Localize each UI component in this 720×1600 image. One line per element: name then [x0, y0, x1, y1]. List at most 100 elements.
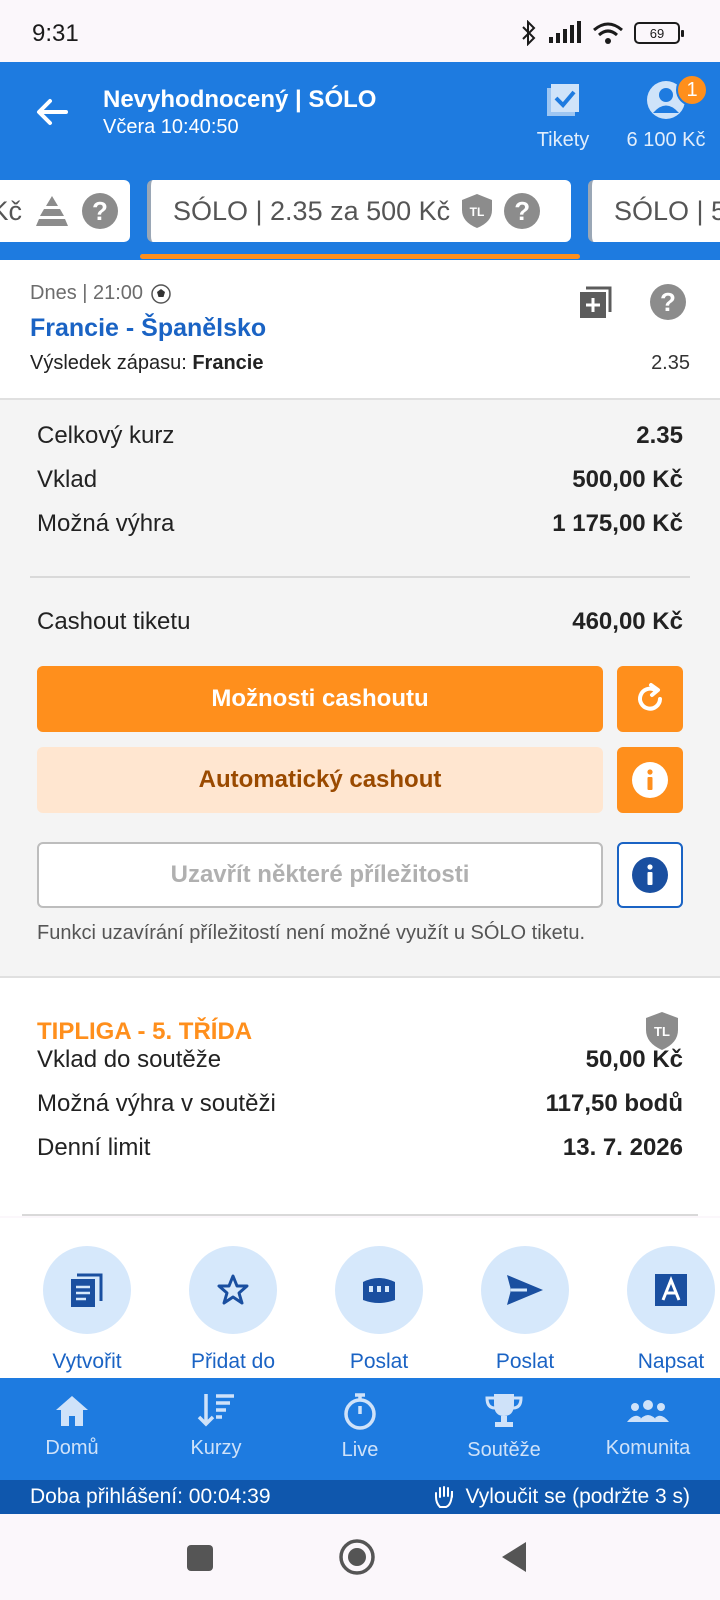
- ticket-timestamp: Včera 10:40:50: [103, 116, 239, 138]
- auto-cashout-button[interactable]: Automatický cashout: [37, 747, 603, 813]
- back-arrow-icon[interactable]: [30, 90, 74, 134]
- info-icon: [632, 762, 668, 798]
- login-duration: Doba přihlášení: 00:04:39: [30, 1485, 271, 1508]
- action-create[interactable]: Vytvořit: [22, 1246, 152, 1374]
- nav-label: Kurzy: [190, 1437, 242, 1459]
- solo-ticket-note: Funkci uzavírání příležitostí není možné…: [37, 922, 586, 944]
- possible-win-label: Možná výhra: [37, 510, 175, 537]
- match-name-link[interactable]: Francie - Španělsko: [30, 314, 266, 343]
- nav-home[interactable]: Domů: [0, 1392, 144, 1460]
- ticket-status-title: Nevyhodnocený | SÓLO: [103, 86, 377, 113]
- stopwatch-icon: [344, 1393, 376, 1430]
- app-header: Nevyhodnocený | SÓLO Včera 10:40:50 Tike…: [0, 62, 720, 172]
- action-label: Vytvořit: [52, 1350, 122, 1373]
- system-navigation-bar: [0, 1514, 720, 1600]
- nav-label: Soutěže: [467, 1439, 541, 1461]
- text-icon: [655, 1274, 687, 1306]
- ticket-tab-label: SÓLO | 2.35 za 500 Kč: [173, 195, 451, 226]
- action-send-stadium[interactable]: Poslat: [314, 1246, 444, 1374]
- action-label: Poslat: [349, 1350, 409, 1373]
- action-circle: [189, 1246, 277, 1334]
- action-label: Přidat do: [190, 1350, 276, 1373]
- action-write[interactable]: Napsat: [606, 1246, 720, 1374]
- add-bet-icon[interactable]: [578, 284, 614, 320]
- selection-odd: 2.35: [651, 352, 690, 374]
- action-send[interactable]: Poslat: [460, 1246, 590, 1374]
- daily-limit-value: 13. 7. 2026: [562, 1134, 683, 1161]
- nav-odds[interactable]: Kurzy: [144, 1392, 288, 1460]
- selection-value: Francie: [192, 352, 264, 374]
- close-selections-info-button[interactable]: [617, 842, 683, 908]
- account-balance: 6 100 Kč: [626, 129, 706, 151]
- stadium-icon: [363, 1278, 395, 1303]
- stake-row: Vklad 500,00 Kč: [37, 466, 683, 494]
- active-tab-indicator: [140, 254, 580, 259]
- tickets-icon: [547, 84, 579, 116]
- status-bar: 9:31 69: [0, 0, 720, 62]
- status-icons: 69: [520, 20, 684, 46]
- ticket-actions: Vytvořit Přidat do Poslat Poslat Napsat: [0, 1218, 720, 1378]
- ticket-summary: Celkový kurz 2.35 Vklad 500,00 Kč Možná …: [0, 400, 720, 978]
- bluetooth-icon: [522, 20, 536, 46]
- battery-indicator: 69: [634, 22, 684, 44]
- community-icon: [627, 1400, 669, 1422]
- match-section: Dnes | 21:00 Francie - Španělsko Výslede…: [0, 260, 720, 400]
- cashout-label: Cashout tiketu: [37, 608, 191, 635]
- signal-icon: [549, 21, 581, 43]
- match-selection: Výsledek zápasu: Francie: [30, 352, 263, 375]
- home-button-icon[interactable]: [338, 1538, 376, 1576]
- account-button[interactable]: 1 6 100 Kč: [620, 74, 712, 152]
- soccer-ball-icon: [151, 283, 171, 304]
- auto-cashout-info-button[interactable]: [617, 747, 683, 813]
- selection-label: Výsledek zápasu:: [30, 352, 193, 374]
- session-bar: Doba přihlášení: 00:04:39 Vyloučit se (p…: [0, 1480, 720, 1514]
- cashout-row: Cashout tiketu 460,00 Kč: [37, 608, 683, 636]
- ticket-tabs: Kč ? SÓLO | 2.35 za 500 Kč TL ? SÓLO | 5: [0, 172, 720, 260]
- league-title: TIPLIGA - 5. TŘÍDA: [37, 1018, 253, 1045]
- match-time-text: Dnes | 21:00: [30, 282, 144, 304]
- self-exclude-button[interactable]: Vyloučit se (podržte 3 s): [434, 1485, 690, 1509]
- daily-limit-row: Denní limit 13. 7. 2026: [37, 1134, 683, 1162]
- back-button-icon[interactable]: [500, 1540, 528, 1574]
- stake-value: 500,00 Kč: [572, 466, 683, 493]
- refresh-icon: [638, 683, 662, 711]
- nav-community[interactable]: Komunita: [576, 1392, 720, 1460]
- ticket-tab-next[interactable]: SÓLO | 5: [588, 180, 720, 242]
- ticket-tab-active[interactable]: SÓLO | 2.35 za 500 Kč TL ?: [147, 180, 571, 242]
- action-add-favorite[interactable]: Přidat do: [168, 1246, 298, 1374]
- shield-text: TL: [470, 205, 485, 219]
- cashout-options-button[interactable]: Možnosti cashoutu: [37, 666, 603, 732]
- hand-icon: [434, 1486, 453, 1508]
- star-icon: [217, 1274, 249, 1305]
- nav-label: Komunita: [605, 1437, 691, 1459]
- total-odds-row: Celkový kurz 2.35: [37, 422, 683, 450]
- match-help-icon[interactable]: ?: [650, 284, 686, 320]
- match-time: Dnes | 21:00: [30, 282, 171, 305]
- help-icon[interactable]: ?: [504, 193, 541, 229]
- battery-level: 69: [649, 25, 665, 41]
- tickets-button[interactable]: Tikety: [530, 80, 596, 152]
- league-win-label: Možná výhra v soutěži: [37, 1090, 276, 1117]
- ticket-tab-previous[interactable]: Kč ?: [0, 180, 130, 242]
- status-time: 9:31: [32, 20, 79, 47]
- ticket-tab-label: Kč: [0, 195, 22, 226]
- league-win-value: 117,50 bodů: [545, 1090, 683, 1117]
- league-stake-row: Vklad do soutěže 50,00 Kč: [37, 1046, 683, 1074]
- action-label: Napsat: [637, 1350, 705, 1373]
- possible-win-row: Možná výhra 1 175,00 Kč: [37, 510, 683, 538]
- refresh-cashout-button[interactable]: [617, 666, 683, 732]
- action-circle: [627, 1246, 715, 1334]
- bottom-navigation: Domů Kurzy Live Soutěže Komunita: [0, 1378, 720, 1480]
- summary-divider: [30, 576, 690, 578]
- daily-limit-label: Denní limit: [37, 1134, 151, 1161]
- pyramid-icon: [36, 196, 68, 226]
- action-label: Poslat: [495, 1350, 555, 1373]
- recents-icon[interactable]: [186, 1544, 214, 1572]
- shield-text: TL: [654, 1024, 670, 1039]
- league-divider: [22, 1214, 698, 1216]
- nav-competitions[interactable]: Soutěže: [432, 1392, 576, 1462]
- tipliga-shield-icon: TL: [462, 194, 493, 228]
- close-selections-button[interactable]: Uzavřít některé příležitosti: [37, 842, 603, 908]
- nav-live[interactable]: Live: [288, 1392, 432, 1462]
- help-icon[interactable]: ?: [82, 193, 118, 229]
